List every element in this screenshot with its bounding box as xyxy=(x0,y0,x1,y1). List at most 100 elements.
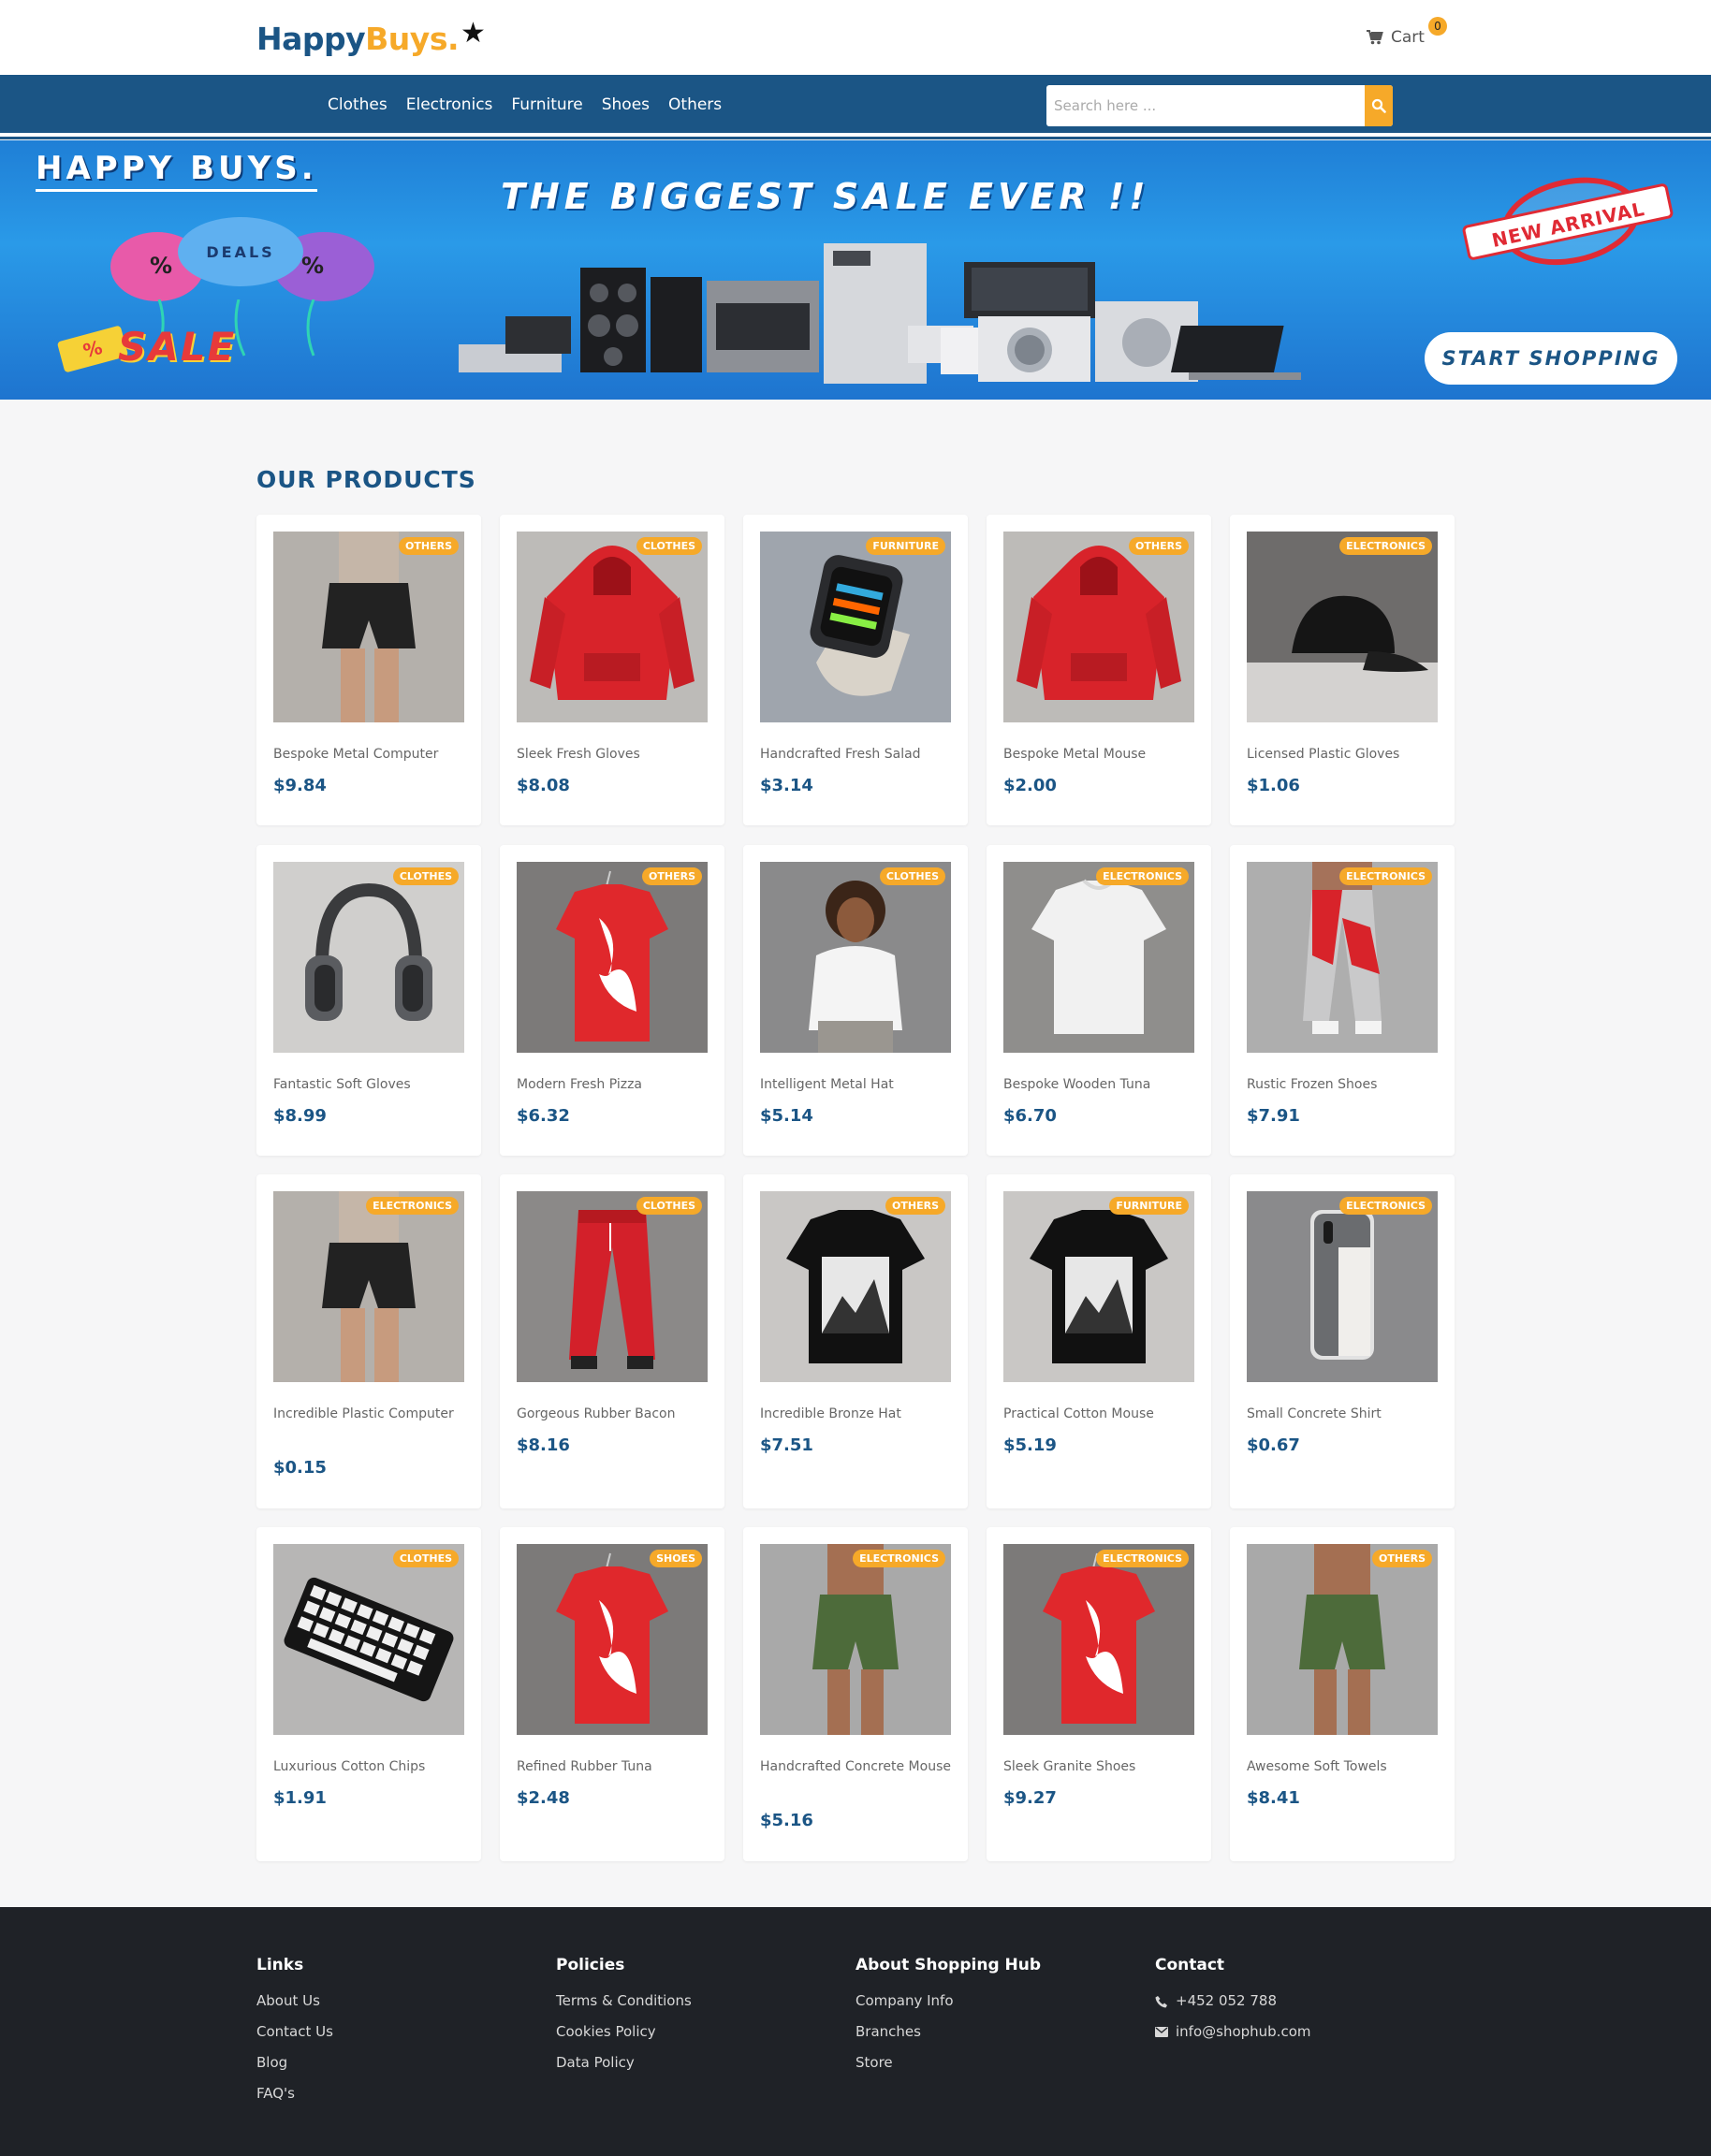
product-image[interactable]: CLOTHES xyxy=(273,862,464,1053)
product-card[interactable]: ELECTRONICS Sleek Granite Shoes $9.27 xyxy=(987,1527,1211,1861)
product-card[interactable]: SHOES Refined Rubber Tuna $2.48 xyxy=(500,1527,724,1861)
footer-link-branches[interactable]: Branches xyxy=(856,2017,1041,2047)
product-image[interactable]: ELECTRONICS xyxy=(1003,1544,1194,1735)
product-image[interactable]: FURNITURE xyxy=(760,532,951,722)
nav-link-electronics[interactable]: Electronics xyxy=(406,95,493,114)
product-card[interactable]: OTHERS Awesome Soft Towels $8.41 xyxy=(1230,1527,1455,1861)
category-nav: Clothes Electronics Furniture Shoes Othe… xyxy=(328,95,722,114)
product-name[interactable]: Sleek Fresh Gloves xyxy=(517,743,708,765)
search-icon xyxy=(1371,98,1386,113)
product-category-badge: CLOTHES xyxy=(636,1197,702,1215)
product-category-badge: ELECTRONICS xyxy=(1339,537,1432,555)
product-name[interactable]: Rustic Frozen Shoes xyxy=(1247,1073,1438,1096)
product-image[interactable]: ELECTRONICS xyxy=(1247,862,1438,1053)
product-name[interactable]: Modern Fresh Pizza xyxy=(517,1073,708,1096)
footer-link-blog[interactable]: Blog xyxy=(256,2047,333,2078)
product-name[interactable]: Bespoke Metal Mouse xyxy=(1003,743,1194,765)
product-name[interactable]: Incredible Bronze Hat xyxy=(760,1403,951,1425)
product-card[interactable]: OTHERS Bespoke Metal Mouse $2.00 xyxy=(987,515,1211,825)
product-name[interactable]: Bespoke Metal Computer xyxy=(273,743,464,765)
product-card[interactable]: ELECTRONICS Bespoke Wooden Tuna $6.70 xyxy=(987,845,1211,1156)
product-card[interactable]: CLOTHES Fantastic Soft Gloves $8.99 xyxy=(256,845,481,1156)
product-image[interactable]: ELECTRONICS xyxy=(1247,532,1438,722)
footer-link-about[interactable]: About Us xyxy=(256,1986,333,2017)
footer-phone[interactable]: +452 052 788 xyxy=(1155,1986,1311,2017)
search-button[interactable] xyxy=(1365,85,1393,126)
product-card[interactable]: ELECTRONICS Rustic Frozen Shoes $7.91 xyxy=(1230,845,1455,1156)
product-image[interactable]: CLOTHES xyxy=(273,1544,464,1735)
product-image[interactable]: ELECTRONICS xyxy=(760,1544,951,1735)
product-card[interactable]: CLOTHES Intelligent Metal Hat $5.14 xyxy=(743,845,968,1156)
footer-link-terms[interactable]: Terms & Conditions xyxy=(556,1986,692,2017)
product-name[interactable]: Refined Rubber Tuna xyxy=(517,1755,708,1778)
product-image[interactable]: CLOTHES xyxy=(517,1191,708,1382)
product-name[interactable]: Handcrafted Fresh Salad xyxy=(760,743,951,765)
product-category-badge: CLOTHES xyxy=(879,867,945,885)
product-card[interactable]: OTHERS Modern Fresh Pizza $6.32 xyxy=(500,845,724,1156)
product-card[interactable]: ELECTRONICS Licensed Plastic Gloves $1.06 xyxy=(1230,515,1455,825)
product-image[interactable]: OTHERS xyxy=(1003,532,1194,722)
product-image[interactable]: OTHERS xyxy=(1247,1544,1438,1735)
product-card[interactable]: ELECTRONICS Small Concrete Shirt $0.67 xyxy=(1230,1174,1455,1508)
product-name[interactable]: Intelligent Metal Hat xyxy=(760,1073,951,1096)
product-category-badge: ELECTRONICS xyxy=(1096,1550,1189,1567)
nav-link-clothes[interactable]: Clothes xyxy=(328,95,388,114)
product-price: $2.48 xyxy=(517,1788,570,1808)
product-name[interactable]: Luxurious Cotton Chips xyxy=(273,1755,464,1778)
product-price: $7.51 xyxy=(760,1435,813,1455)
product-name[interactable]: Small Concrete Shirt xyxy=(1247,1403,1438,1425)
product-card[interactable]: CLOTHES Sleek Fresh Gloves $8.08 xyxy=(500,515,724,825)
product-card[interactable]: ELECTRONICS Incredible Plastic Computer $0… xyxy=(256,1174,481,1508)
product-image[interactable]: SHOES xyxy=(517,1544,708,1735)
nav-link-others[interactable]: Others xyxy=(668,95,722,114)
product-name[interactable]: Handcrafted Concrete Mouse xyxy=(760,1755,951,1778)
cart-icon xyxy=(1367,30,1383,45)
footer-link-faq[interactable]: FAQ's xyxy=(256,2078,333,2109)
product-name[interactable]: Practical Cotton Mouse xyxy=(1003,1403,1194,1425)
footer-link-contact[interactable]: Contact Us xyxy=(256,2017,333,2047)
hero-banner[interactable]: HAPPY BUYS. THE BIGGEST SALE EVER !! DEA… xyxy=(0,140,1711,400)
product-image[interactable]: ELECTRONICS xyxy=(1247,1191,1438,1382)
cart-count-badge: 0 xyxy=(1428,17,1447,36)
site-logo[interactable]: HappyBuys.★ xyxy=(256,17,486,57)
product-price: $5.19 xyxy=(1003,1435,1057,1455)
footer-link-data-policy[interactable]: Data Policy xyxy=(556,2047,692,2078)
product-image[interactable]: ELECTRONICS xyxy=(1003,862,1194,1053)
product-card[interactable]: FURNITURE Handcrafted Fresh Salad $3.14 xyxy=(743,515,968,825)
nav-link-furniture[interactable]: Furniture xyxy=(511,95,582,114)
product-name[interactable]: Bespoke Wooden Tuna xyxy=(1003,1073,1194,1096)
product-price: $9.27 xyxy=(1003,1788,1057,1808)
product-name[interactable]: Fantastic Soft Gloves xyxy=(273,1073,464,1096)
footer-link-company-info[interactable]: Company Info xyxy=(856,1986,1041,2017)
product-image[interactable]: CLOTHES xyxy=(760,862,951,1053)
product-card[interactable]: OTHERS Bespoke Metal Computer $9.84 xyxy=(256,515,481,825)
search-input[interactable] xyxy=(1046,85,1367,126)
product-image[interactable]: OTHERS xyxy=(273,532,464,722)
logo-text-buys: Buys. xyxy=(365,21,459,57)
product-card[interactable]: ELECTRONICS Handcrafted Concrete Mouse $5.… xyxy=(743,1527,968,1861)
product-name[interactable]: Gorgeous Rubber Bacon xyxy=(517,1403,708,1425)
product-image[interactable]: FURNITURE xyxy=(1003,1191,1194,1382)
product-image[interactable]: CLOTHES xyxy=(517,532,708,722)
logo-star-icon: ★ xyxy=(461,17,486,50)
product-category-badge: FURNITURE xyxy=(1109,1197,1189,1215)
footer-link-store[interactable]: Store xyxy=(856,2047,1041,2078)
product-card[interactable]: CLOTHES Gorgeous Rubber Bacon $8.16 xyxy=(500,1174,724,1508)
product-card[interactable]: CLOTHES Luxurious Cotton Chips $1.91 xyxy=(256,1527,481,1861)
product-image[interactable]: OTHERS xyxy=(517,862,708,1053)
product-name[interactable]: Sleek Granite Shoes xyxy=(1003,1755,1194,1778)
cart-button[interactable]: Cart 0 xyxy=(1367,17,1447,47)
product-name[interactable]: Licensed Plastic Gloves xyxy=(1247,743,1438,765)
product-image[interactable]: OTHERS xyxy=(760,1191,951,1382)
product-card[interactable]: FURNITURE Practical Cotton Mouse $5.19 xyxy=(987,1174,1211,1508)
product-name[interactable]: Awesome Soft Towels xyxy=(1247,1755,1438,1778)
product-name[interactable]: Incredible Plastic Computer xyxy=(273,1403,464,1425)
product-card[interactable]: OTHERS Incredible Bronze Hat $7.51 xyxy=(743,1174,968,1508)
product-category-badge: OTHERS xyxy=(399,537,459,555)
start-shopping-button[interactable]: START SHOPPING xyxy=(1425,332,1677,385)
top-header: HappyBuys.★ Cart 0 xyxy=(0,0,1711,75)
product-image[interactable]: ELECTRONICS xyxy=(273,1191,464,1382)
footer-link-cookies[interactable]: Cookies Policy xyxy=(556,2017,692,2047)
nav-link-shoes[interactable]: Shoes xyxy=(602,95,650,114)
footer-email[interactable]: info@shophub.com xyxy=(1155,2017,1311,2047)
